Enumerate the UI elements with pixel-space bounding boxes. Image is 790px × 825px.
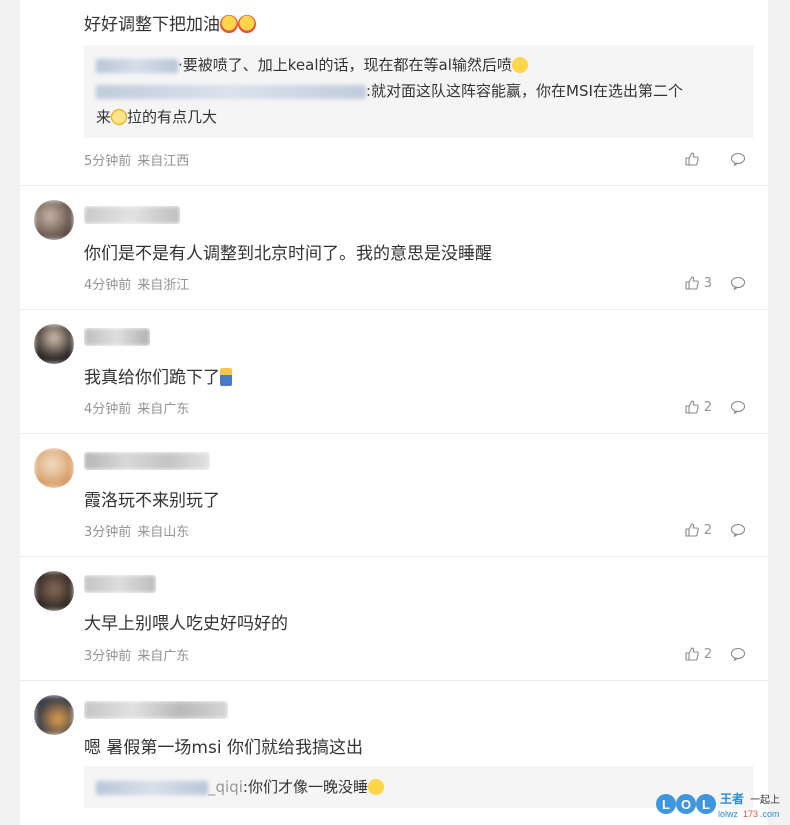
like-button[interactable]: 2 [684, 399, 712, 415]
comment-bubble-icon [730, 523, 746, 537]
like-button[interactable]: 2 [684, 522, 712, 538]
like-button[interactable]: 2 [684, 646, 712, 662]
comment-location: 来自山东 [137, 525, 190, 540]
comment-location: 来自江西 [137, 154, 190, 169]
comment-text: 霞洛玩不来别玩了 [84, 491, 220, 511]
comment-location: 来自广东 [137, 402, 190, 417]
kneel-emoji-icon [220, 368, 232, 386]
masked-username[interactable] [84, 328, 150, 346]
avatar[interactable] [34, 571, 74, 611]
like-button[interactable] [684, 151, 712, 167]
comment-item: 大早上别喂人吃史好吗好的 3分钟前 来自广东 2 [20, 557, 768, 681]
like-count: 3 [703, 275, 712, 291]
comment-meta: 4分钟前 来自浙江 [84, 274, 189, 293]
comment-text: 我真给你们跪下了 [84, 363, 232, 388]
comment-text: 你们是不是有人调整到北京时间了。我的意思是没睡醒 [84, 244, 492, 264]
comment-item: 我真给你们跪下了 4分钟前 来自广东 2 [20, 310, 768, 434]
reply-button[interactable] [730, 645, 748, 663]
comment-bubble-icon [730, 152, 746, 166]
comment-bubble-icon [730, 400, 746, 414]
comment-actions: 2 [684, 398, 748, 416]
svg-text:一起上: 一起上 [750, 794, 780, 806]
avatar[interactable] [34, 200, 74, 240]
svg-text:L: L [662, 797, 670, 812]
thumbs-up-icon [685, 647, 699, 661]
masked-username[interactable] [84, 701, 228, 719]
svg-text:O: O [681, 797, 691, 812]
comment-time: 3分钟前 [84, 525, 132, 540]
reply-item: _qiqi:你们才像一晚没睡 [96, 777, 384, 797]
laugh-emoji-icon [511, 57, 528, 73]
comment-location: 来自广东 [137, 649, 190, 664]
avatar[interactable] [34, 448, 74, 488]
comment-actions: 2 [684, 521, 748, 539]
laugh-emoji-icon [367, 779, 384, 795]
site-watermark-logo: L O L 王者 一起上 lolwz 173 .com [656, 791, 780, 819]
comment-location: 来自浙江 [137, 278, 190, 293]
avatar[interactable] [34, 324, 74, 364]
thumbs-up-icon [685, 523, 699, 537]
like-count: 2 [703, 399, 712, 415]
comment-time: 3分钟前 [84, 649, 132, 664]
masked-username[interactable] [84, 452, 210, 470]
comment-meta: 3分钟前 来自广东 [84, 645, 189, 664]
comment-item: 你们是不是有人调整到北京时间了。我的意思是没睡醒 4分钟前 来自浙江 3 [20, 186, 768, 310]
svg-text:王者: 王者 [720, 791, 744, 806]
comment-text: 好好调整下把加油 [84, 10, 256, 35]
masked-username[interactable] [84, 575, 156, 593]
reply-item: :就对面这队这阵容能赢，你在MSI在选出第二个 [96, 81, 683, 101]
comment-item: 好好调整下把加油 ·要被喷了、加上keal的话，现在都在等al输然后喷 :就对面… [20, 0, 768, 186]
avatar[interactable] [34, 695, 74, 735]
comment-time: 4分钟前 [84, 402, 132, 417]
comment-bubble-icon [730, 647, 746, 661]
comment-meta: 5分钟前 来自江西 [84, 150, 189, 169]
svg-text:.com: .com [760, 809, 780, 819]
comment-text: 嗯 暑假第一场msi 你们就给我搞这出 [84, 738, 363, 758]
svg-text:173: 173 [743, 809, 758, 819]
thumbs-up-icon [685, 276, 699, 290]
reply-button[interactable] [730, 521, 748, 539]
reply-button[interactable] [730, 150, 748, 168]
thumbs-up-icon [685, 152, 699, 166]
blush-emoji-icon [238, 15, 256, 33]
comment-feed: 好好调整下把加油 ·要被喷了、加上keal的话，现在都在等al输然后喷 :就对面… [20, 0, 768, 825]
reply-button[interactable] [730, 398, 748, 416]
masked-username[interactable] [96, 58, 178, 73]
comment-item: 霞洛玩不来别玩了 3分钟前 来自山东 2 [20, 434, 768, 557]
comment-bubble-icon [730, 276, 746, 290]
blush-emoji-icon [220, 15, 238, 33]
comment-time: 4分钟前 [84, 278, 132, 293]
like-count: 2 [703, 522, 712, 538]
svg-text:lolwz: lolwz [718, 809, 739, 819]
masked-username[interactable] [96, 780, 208, 795]
comment-meta: 3分钟前 来自山东 [84, 521, 189, 540]
reply-item: ·要被喷了、加上keal的话，现在都在等al输然后喷 [96, 55, 528, 75]
reply-thread: ·要被喷了、加上keal的话，现在都在等al输然后喷 :就对面这队这阵容能赢，你… [84, 45, 754, 138]
like-button[interactable]: 3 [684, 275, 712, 291]
thumbs-up-icon [685, 400, 699, 414]
svg-text:L: L [702, 797, 710, 812]
comment-time: 5分钟前 [84, 154, 132, 169]
page-gutter [768, 0, 790, 825]
smile-emoji-icon [111, 109, 128, 125]
comment-actions [684, 150, 748, 168]
comment-actions: 3 [684, 274, 748, 292]
masked-username[interactable] [84, 206, 180, 224]
comment-text: 大早上别喂人吃史好吗好的 [84, 614, 288, 634]
reply-button[interactable] [730, 274, 748, 292]
comment-meta: 4分钟前 来自广东 [84, 398, 189, 417]
reply-item: 来拉的有点几大 [96, 108, 218, 126]
like-count: 2 [703, 646, 712, 662]
masked-username[interactable] [96, 84, 366, 99]
comment-actions: 2 [684, 645, 748, 663]
